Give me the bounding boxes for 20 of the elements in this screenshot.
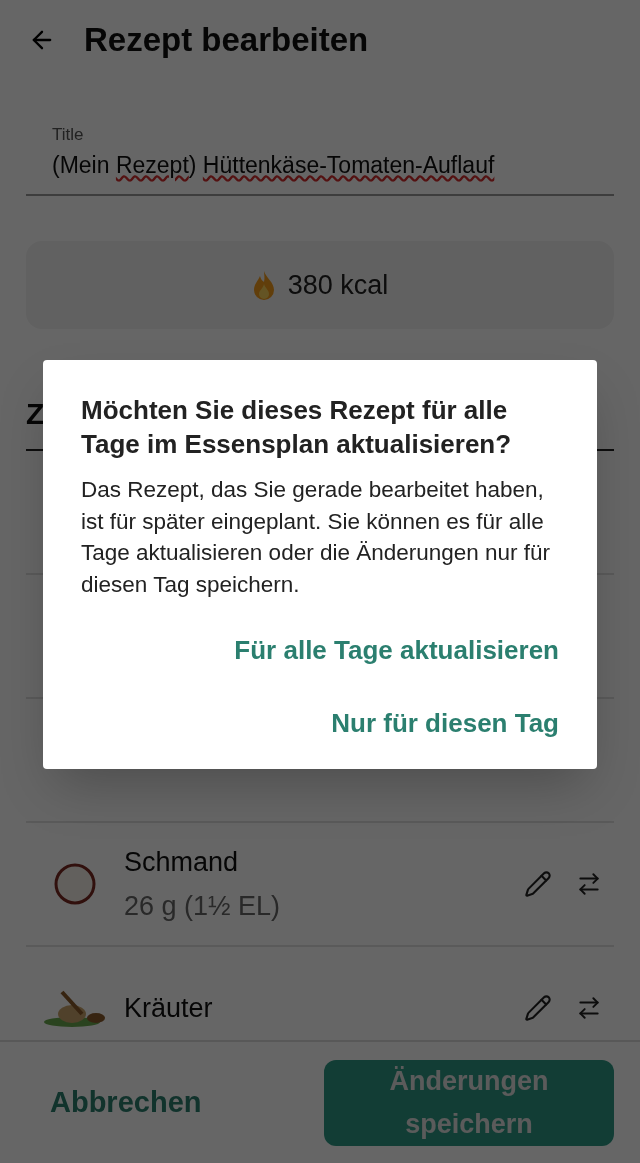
herbs-photo: [42, 988, 108, 1028]
title-field[interactable]: Title (Mein Rezept) Hüttenkäse-Tomaten-Auflauf: [26, 118, 614, 196]
section-heading: Z: [26, 395, 45, 432]
calorie-value: 380 kcal: [287, 268, 389, 302]
dialog-message: Das Rezept, das Sie gerade bearbeitet haben, ist für später eingeplant. Sie können es für alle Tage aktualisieren oder die Änderungen nur für diesen Tag speichern.: [81, 475, 552, 600]
edit-icon[interactable]: [524, 870, 552, 898]
swap-icon[interactable]: [576, 871, 602, 897]
save-button[interactable]: Änderungen speichern: [324, 1059, 614, 1146]
dialog-action-button[interactable]: Für alle Tage aktualisieren: [234, 623, 559, 679]
flame-icon: [251, 270, 276, 300]
page-title: Rezept bearbeiten: [84, 20, 369, 61]
cancel-button[interactable]: Abbrechen: [50, 1080, 202, 1125]
edit-icon[interactable]: [524, 994, 552, 1022]
bowl-photo: [54, 863, 96, 905]
ingredient-name: Schmand: [124, 845, 240, 879]
swap-icon[interactable]: [576, 995, 602, 1021]
dialog-title: Möchten Sie dieses Rezept für alle Tage im Essensplan aktualisieren?: [81, 394, 513, 461]
ingredient-name: Kräuter: [124, 991, 214, 1025]
dialog-action-button[interactable]: Nur für diesen Tag: [331, 696, 559, 752]
ingredient-amount: 26 g (1½ EL): [124, 890, 282, 923]
